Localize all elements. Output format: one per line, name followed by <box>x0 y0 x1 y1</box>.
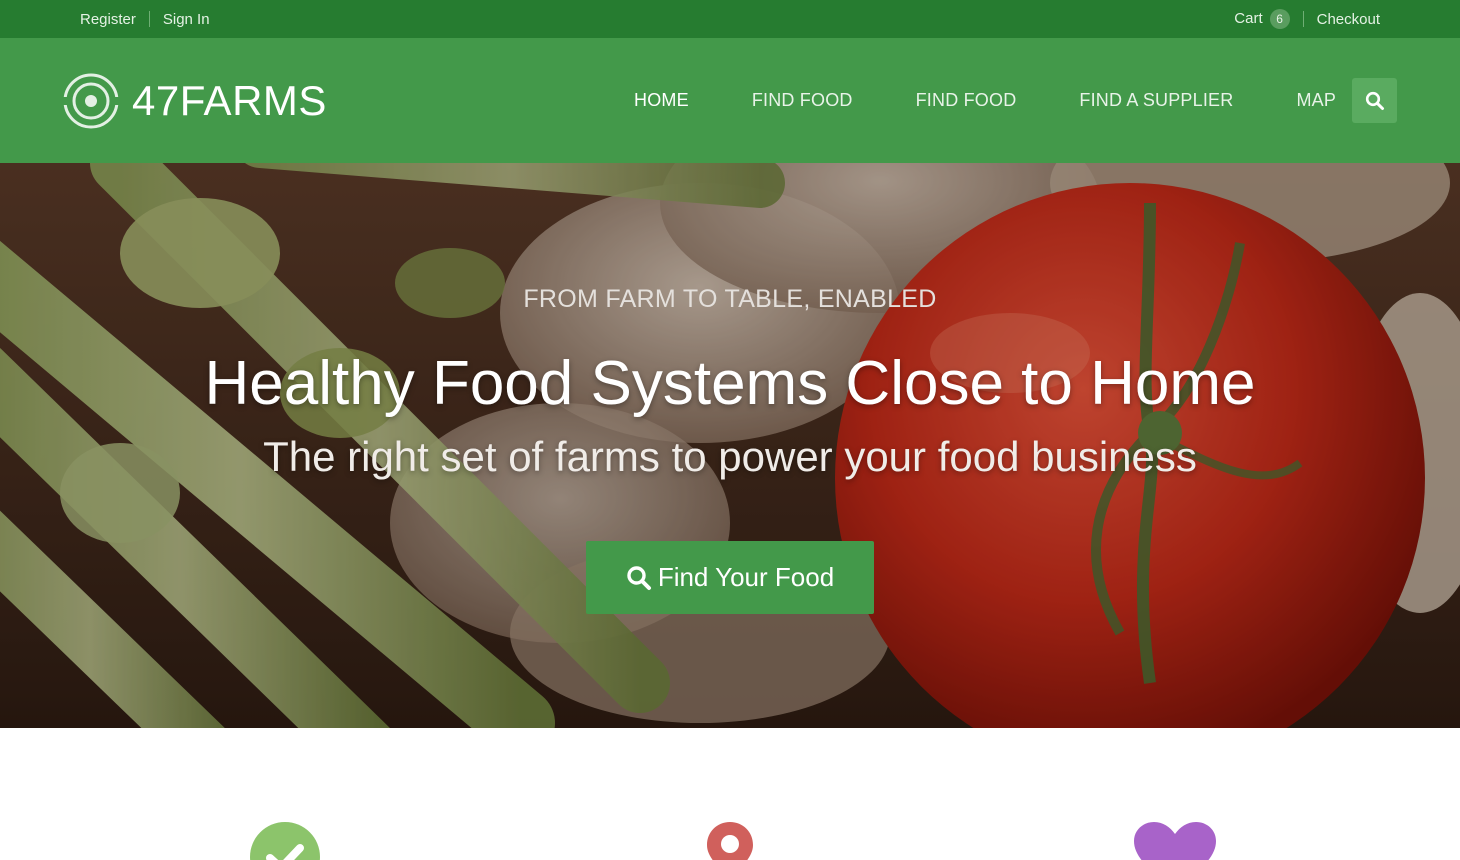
nav-item-home[interactable]: HOME <box>634 90 689 111</box>
brand-name: 47FARMS <box>132 77 327 124</box>
nav-item-find-a-supplier[interactable]: FIND A SUPPLIER <box>1079 90 1233 111</box>
cta-label: Find Your Food <box>657 562 835 592</box>
nav-item-find-food-2[interactable]: FIND FOOD <box>916 90 1017 111</box>
search-icon <box>627 565 651 590</box>
main-navbar: 47FARMS HOME FIND FOOD FIND FOOD FIND A … <box>0 38 1460 163</box>
nav-item-find-food[interactable]: FIND FOOD <box>752 90 853 111</box>
hero-title: Healthy Food Systems Close to Home <box>204 349 1256 418</box>
register-link[interactable]: Register <box>80 11 136 28</box>
target-logo-icon <box>62 73 120 129</box>
hero-section: FROM FARM TO TABLE, ENABLED Healthy Food… <box>0 163 1460 728</box>
cart-label: Cart <box>1234 10 1263 27</box>
find-your-food-button[interactable]: Find Your Food <box>586 541 874 614</box>
primary-nav: HOME FIND FOOD FIND FOOD FIND A SUPPLIER… <box>603 38 1399 163</box>
sign-in-link[interactable]: Sign In <box>163 11 210 28</box>
brand-logo-link[interactable]: 47FARMS <box>62 71 327 131</box>
checkmark-icon <box>250 822 320 860</box>
search-button[interactable] <box>1352 78 1397 123</box>
cart-count-badge: 6 <box>1269 9 1290 29</box>
divider <box>1302 11 1304 27</box>
top-utility-bar: Register Sign In Cart 6 Checkout <box>0 0 1460 38</box>
divider <box>148 11 150 27</box>
checkout-link[interactable]: Checkout <box>1317 11 1380 28</box>
nav-item-map[interactable]: MAP <box>1296 90 1336 111</box>
cart-link[interactable]: Cart 6 <box>1234 9 1290 29</box>
hero-kicker: FROM FARM TO TABLE, ENABLED <box>523 285 937 313</box>
cart-links: Cart 6 Checkout <box>1234 0 1380 38</box>
hero-subtitle: The right set of farms to power your foo… <box>263 433 1197 480</box>
map-pin-icon <box>707 822 753 860</box>
account-links: Register Sign In <box>80 0 210 38</box>
heart-icon <box>1134 822 1216 860</box>
features-section <box>0 728 1460 860</box>
search-icon <box>1365 91 1384 110</box>
